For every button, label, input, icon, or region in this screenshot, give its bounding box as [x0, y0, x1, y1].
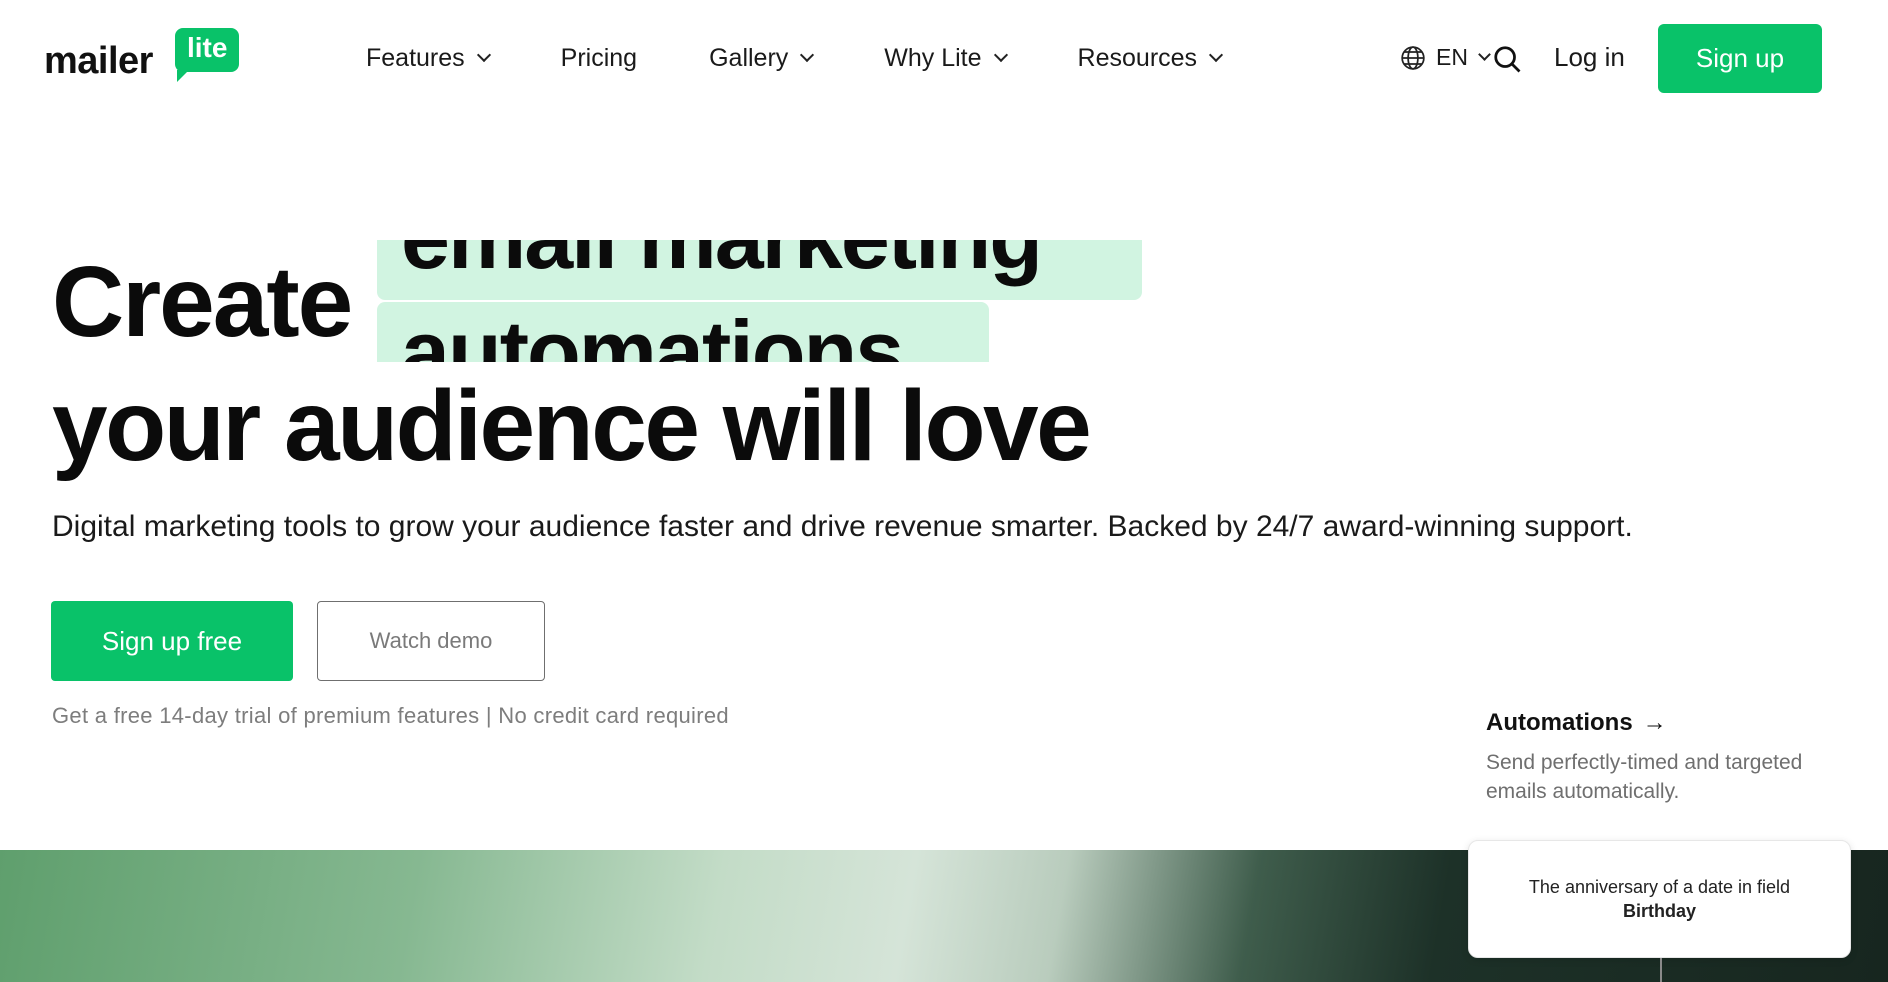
search-icon[interactable] [1492, 44, 1522, 74]
automation-trigger-text: The anniversary of a date in field Birth… [1509, 875, 1810, 923]
top-navigation: mailer lite Features Pricing Gallery Why… [0, 0, 1888, 118]
chevron-down-icon [800, 47, 815, 63]
nav-item-resources[interactable]: Resources [1077, 43, 1224, 73]
trial-note: Get a free 14-day trial of premium featu… [52, 703, 729, 728]
nav-item-gallery[interactable]: Gallery [709, 43, 815, 73]
watch-demo-button[interactable]: Watch demo [317, 601, 545, 681]
rotating-word: email marketing [377, 240, 1142, 300]
chevron-down-icon [476, 47, 491, 63]
nav-item-label: Pricing [560, 43, 638, 72]
signup-free-button[interactable]: Sign up free [51, 601, 293, 681]
nav-item-label: Gallery [709, 43, 789, 72]
chevron-down-icon [1208, 47, 1224, 63]
hero-rotating-text: email marketing automations [377, 240, 1142, 362]
hero-lead-word: Create [52, 246, 353, 358]
chevron-down-icon [993, 47, 1008, 63]
feature-title-link[interactable]: Automations → [1486, 709, 1667, 737]
nav-item-features[interactable]: Features [366, 43, 491, 73]
logo-wordmark: mailer [44, 40, 153, 82]
mailerlite-logo[interactable]: mailer lite [44, 28, 244, 88]
globe-icon [1401, 45, 1425, 70]
hero-headline-tail: your audience will love [52, 370, 1092, 482]
logo-badge: lite [175, 28, 240, 82]
workflow-connector-line [1660, 958, 1662, 982]
trigger-label: The anniversary of a date in field [1528, 877, 1791, 897]
rotating-word: automations [377, 302, 989, 362]
language-selector[interactable]: EN [1400, 44, 1491, 71]
signup-button[interactable]: Sign up [1658, 24, 1822, 93]
hero-subtitle: Digital marketing tools to grow your aud… [52, 510, 1633, 543]
feature-description: Send perfectly-timed and targeted emails… [1486, 751, 1803, 803]
nav-item-pricing[interactable]: Pricing [561, 44, 637, 73]
feature-title: Automations [1486, 709, 1633, 736]
automation-trigger-card: The anniversary of a date in field Birth… [1468, 840, 1851, 958]
nav-item-label: Why Lite [884, 43, 982, 72]
arrow-right-icon: → [1642, 709, 1667, 736]
main-menu: Features Pricing Gallery Why Lite Resour… [366, 40, 1293, 76]
trigger-field: Birthday [1622, 901, 1696, 921]
nav-item-label: Features [366, 43, 465, 72]
language-label: EN [1436, 44, 1468, 70]
nav-item-why-lite[interactable]: Why Lite [884, 43, 1008, 73]
chevron-down-icon [1478, 48, 1491, 61]
nav-item-label: Resources [1077, 43, 1198, 72]
login-link[interactable]: Log in [1554, 42, 1625, 73]
